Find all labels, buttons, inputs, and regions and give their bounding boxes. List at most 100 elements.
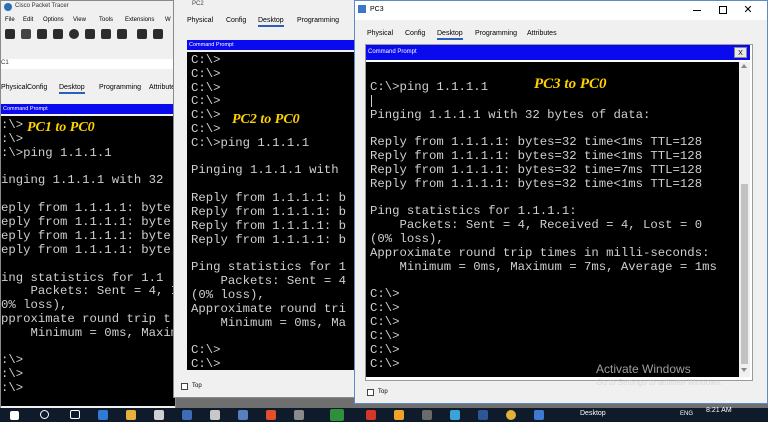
terminal-line: Reply from 1.1.1.1: b <box>191 233 346 247</box>
terminal-line: C:\> <box>191 343 221 357</box>
wizard-icon[interactable] <box>85 29 95 39</box>
terminal-line: eply from 1.1.1.1: byte <box>1 201 171 215</box>
terminal-line: inging 1.1.1.1 with 32 <box>1 173 164 187</box>
task-view-icon[interactable] <box>70 410 80 419</box>
menu-options[interactable]: Options <box>43 17 64 23</box>
terminal-line: Packets: Sent = 4, Received = 4, Lost = … <box>370 218 703 232</box>
maximize-button[interactable] <box>717 5 729 15</box>
tab-programming[interactable]: Programming <box>475 30 517 37</box>
pc3-top-checkbox[interactable] <box>367 389 374 396</box>
minimize-button[interactable] <box>691 5 703 15</box>
terminal-line: C:\> <box>370 287 400 301</box>
tab-programming[interactable]: Programming <box>99 84 141 91</box>
windows-start-icon[interactable] <box>10 411 19 420</box>
tab-programming[interactable]: Programming <box>297 17 339 24</box>
tab-attributes[interactable]: Attributes <box>527 30 557 37</box>
open-folder-icon[interactable] <box>21 29 31 39</box>
close-icon: ✕ <box>743 4 753 16</box>
tab-config[interactable]: Config <box>226 17 246 24</box>
menu-tools[interactable]: Tools <box>99 17 113 23</box>
app-icon[interactable] <box>450 410 460 420</box>
menu-extensions[interactable]: Extensions <box>125 17 154 23</box>
search-icon[interactable] <box>40 410 49 419</box>
store-icon[interactable] <box>154 410 164 420</box>
paste-icon[interactable] <box>153 29 163 39</box>
copy-icon[interactable] <box>137 29 147 39</box>
terminal-line: Reply from 1.1.1.1: bytes=32 time<1ms TT… <box>370 149 703 163</box>
terminal-line: C:\> <box>191 94 221 108</box>
activate-windows-heading: Activate Windows <box>596 362 691 376</box>
custom-device-icon[interactable] <box>117 29 127 39</box>
network-info-icon[interactable] <box>101 29 111 39</box>
maximize-icon <box>719 6 727 14</box>
app-icon[interactable] <box>422 410 432 420</box>
pc2-top-checkbox[interactable] <box>181 383 188 390</box>
desktop-toolbar-label[interactable]: Desktop <box>580 410 606 417</box>
terminal-line: :\> <box>1 132 24 146</box>
terminal-line: Packets: Sent = 4, I <box>1 284 176 298</box>
tab-desktop[interactable]: Desktop <box>437 30 463 40</box>
pc3-title: PC3 <box>370 6 384 13</box>
tab-physical[interactable]: Physical <box>1 84 27 91</box>
tab-config[interactable]: Config <box>27 84 47 91</box>
word-icon[interactable] <box>478 410 488 420</box>
pc1-terminal[interactable]: :\> :\> :\>ping 1.1.1.1 inging 1.1.1.1 w… <box>1 116 176 406</box>
terminal-line: Reply from 1.1.1.1: b <box>191 191 346 205</box>
tab-attributes[interactable]: Attribute <box>149 84 175 91</box>
new-file-icon[interactable] <box>5 29 15 39</box>
pc3-cmd-close-button[interactable]: X <box>734 47 747 58</box>
terminal-line: Ping statistics for 1.1.1.1: <box>370 204 577 218</box>
print-icon[interactable] <box>53 29 63 39</box>
menu-file[interactable]: File <box>5 17 15 23</box>
pc1-title-bar <box>1 59 175 69</box>
pc2-terminal[interactable]: C:\> C:\> C:\> C:\> C:\> C:\> C:\>ping 1… <box>187 52 356 370</box>
terminal-line: :\> <box>1 353 24 367</box>
clock[interactable]: 8:21 AM <box>706 407 732 414</box>
terminal-line: C:\> <box>370 315 400 329</box>
terminal-line: C:\> <box>191 357 221 370</box>
scroll-up-icon[interactable] <box>741 64 747 68</box>
chrome-icon[interactable] <box>506 410 516 420</box>
app-icon[interactable] <box>294 410 304 420</box>
pc3-tabs: Physical Config Desktop Programming Attr… <box>355 25 767 45</box>
app-icon[interactable] <box>534 410 544 420</box>
terminal-line: Reply from 1.1.1.1: b <box>191 219 346 233</box>
terminal-line: Minimum = 0ms, Ma <box>191 316 346 330</box>
terminal-line: :\> <box>1 381 24 395</box>
packet-tracer-taskbar-icon[interactable] <box>330 409 344 421</box>
tab-desktop[interactable]: Desktop <box>59 84 85 94</box>
scroll-thumb[interactable] <box>741 184 748 364</box>
app-icon[interactable] <box>266 410 276 420</box>
menu-view[interactable]: View <box>73 17 86 23</box>
tab-desktop[interactable]: Desktop <box>258 17 284 27</box>
menu-edit[interactable]: Edit <box>23 17 33 23</box>
terminal-line: pproximate round trip t <box>1 312 171 326</box>
pc2-top-label: Top <box>192 383 202 389</box>
pc3-terminal[interactable]: C:\>ping 1.1.1.1 Pinging 1.1.1.1 with 32… <box>366 62 739 377</box>
virtualbox-icon[interactable] <box>182 410 192 420</box>
app-icon[interactable] <box>238 410 248 420</box>
terminal-line: 0% loss), <box>1 298 68 312</box>
scroll-down-icon[interactable] <box>741 368 747 372</box>
info-icon[interactable] <box>69 29 79 39</box>
terminal-line: :\> <box>1 118 24 132</box>
app-icon[interactable] <box>210 410 220 420</box>
terminal-line: Reply from 1.1.1.1: bytes=32 time=7ms TT… <box>370 163 703 177</box>
save-icon[interactable] <box>37 29 47 39</box>
terminal-line: eply from 1.1.1.1: byte <box>1 215 171 229</box>
app-icon[interactable] <box>366 410 376 420</box>
tab-physical[interactable]: Physical <box>367 30 393 37</box>
terminal-line: Reply from 1.1.1.1: bytes=32 time<1ms TT… <box>370 177 703 191</box>
pc2-cmd-title-bar: Command Prompt <box>187 40 356 50</box>
terminal-line: C:\> <box>370 357 400 371</box>
close-button[interactable]: ✕ <box>741 3 755 17</box>
app-icon[interactable] <box>394 410 404 420</box>
file-explorer-icon[interactable] <box>126 410 136 420</box>
lang-indicator[interactable]: ENG <box>680 411 693 417</box>
tab-physical[interactable]: Physical <box>187 17 213 24</box>
pc3-scrollbar[interactable] <box>739 62 750 377</box>
edge-icon[interactable] <box>98 410 108 420</box>
app-icon <box>4 3 12 11</box>
menu-window[interactable]: W <box>165 17 171 23</box>
tab-config[interactable]: Config <box>405 30 425 37</box>
